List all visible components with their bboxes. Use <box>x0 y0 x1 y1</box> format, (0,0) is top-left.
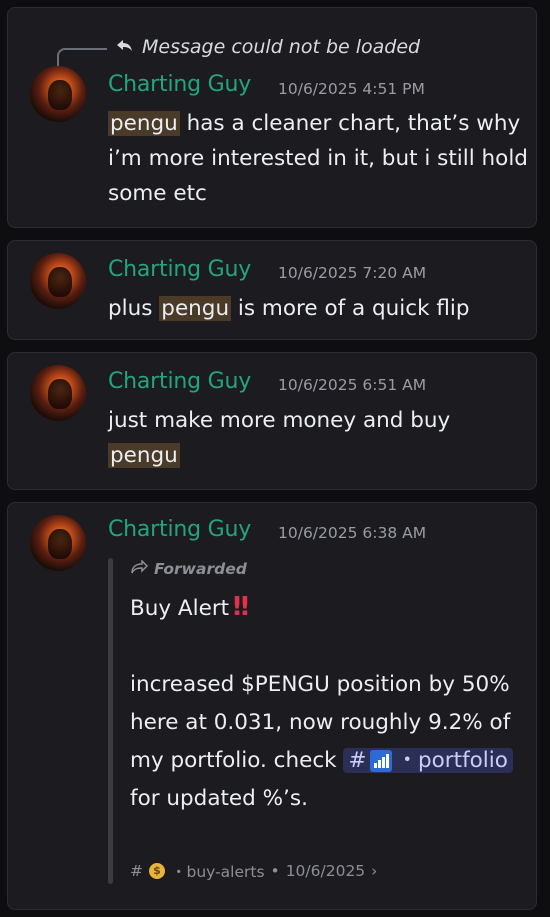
message-text: pengu has a cleaner chart, that’s why i’… <box>108 111 528 206</box>
alert-body: increased $PENGU position by 50% here at… <box>130 666 525 818</box>
reply-preview[interactable]: Message could not be loaded <box>116 36 420 58</box>
chevron-right-icon[interactable]: › <box>371 862 377 880</box>
forward-arrow-icon <box>130 559 149 578</box>
channel-mention-portfolio[interactable]: # ・portfolio <box>343 748 513 773</box>
avatar[interactable] <box>30 253 86 309</box>
timestamp[interactable]: 10/6/2025 6:38 AM <box>278 524 426 542</box>
forwarded-message: Buy Alert!! increased $PENGU position by… <box>130 588 525 818</box>
forward-source[interactable]: # $ ・buy-alerts • 10/6/2025 › <box>130 860 377 882</box>
avatar[interactable] <box>30 365 86 421</box>
signal-bars-icon <box>370 750 393 772</box>
author-name[interactable]: Charting Guy <box>108 72 251 97</box>
author-name[interactable]: Charting Guy <box>108 369 251 394</box>
timestamp[interactable]: 10/6/2025 4:51 PM <box>278 80 425 98</box>
alert-title: Buy Alert!! <box>130 592 251 622</box>
source-date: 10/6/2025 <box>285 862 366 880</box>
forwarded-label: Forwarded <box>130 559 247 578</box>
message-text: just make more money and buy pengu <box>108 408 451 468</box>
timestamp[interactable]: 10/6/2025 7:20 AM <box>278 264 426 282</box>
reply-arrow-icon <box>116 36 134 58</box>
author-name[interactable]: Charting Guy <box>108 257 251 282</box>
timestamp[interactable]: 10/6/2025 6:51 AM <box>278 376 426 394</box>
reply-text: Message could not be loaded <box>142 36 421 58</box>
double-exclamation-icon: !! <box>231 592 251 622</box>
keyword-highlight: pengu <box>108 443 180 468</box>
message-card-3: Charting Guy 10/6/2025 6:51 AM just make… <box>7 352 537 490</box>
message-text: plus pengu is more of a quick flip <box>108 296 470 321</box>
forward-bar <box>108 558 113 884</box>
money-bag-icon: $ <box>149 863 165 879</box>
keyword-highlight: pengu <box>159 296 232 321</box>
avatar[interactable] <box>30 515 86 571</box>
avatar[interactable] <box>30 66 86 122</box>
message-card-2: Charting Guy 10/6/2025 7:20 AM plus peng… <box>7 240 537 340</box>
message-card-1: Message could not be loaded Charting Guy… <box>7 7 537 228</box>
source-channel[interactable]: ・buy-alerts <box>171 860 265 882</box>
message-card-4: Charting Guy 10/6/2025 6:38 AM Forwarded… <box>7 502 537 910</box>
author-name[interactable]: Charting Guy <box>108 517 251 542</box>
keyword-highlight: pengu <box>108 111 180 136</box>
